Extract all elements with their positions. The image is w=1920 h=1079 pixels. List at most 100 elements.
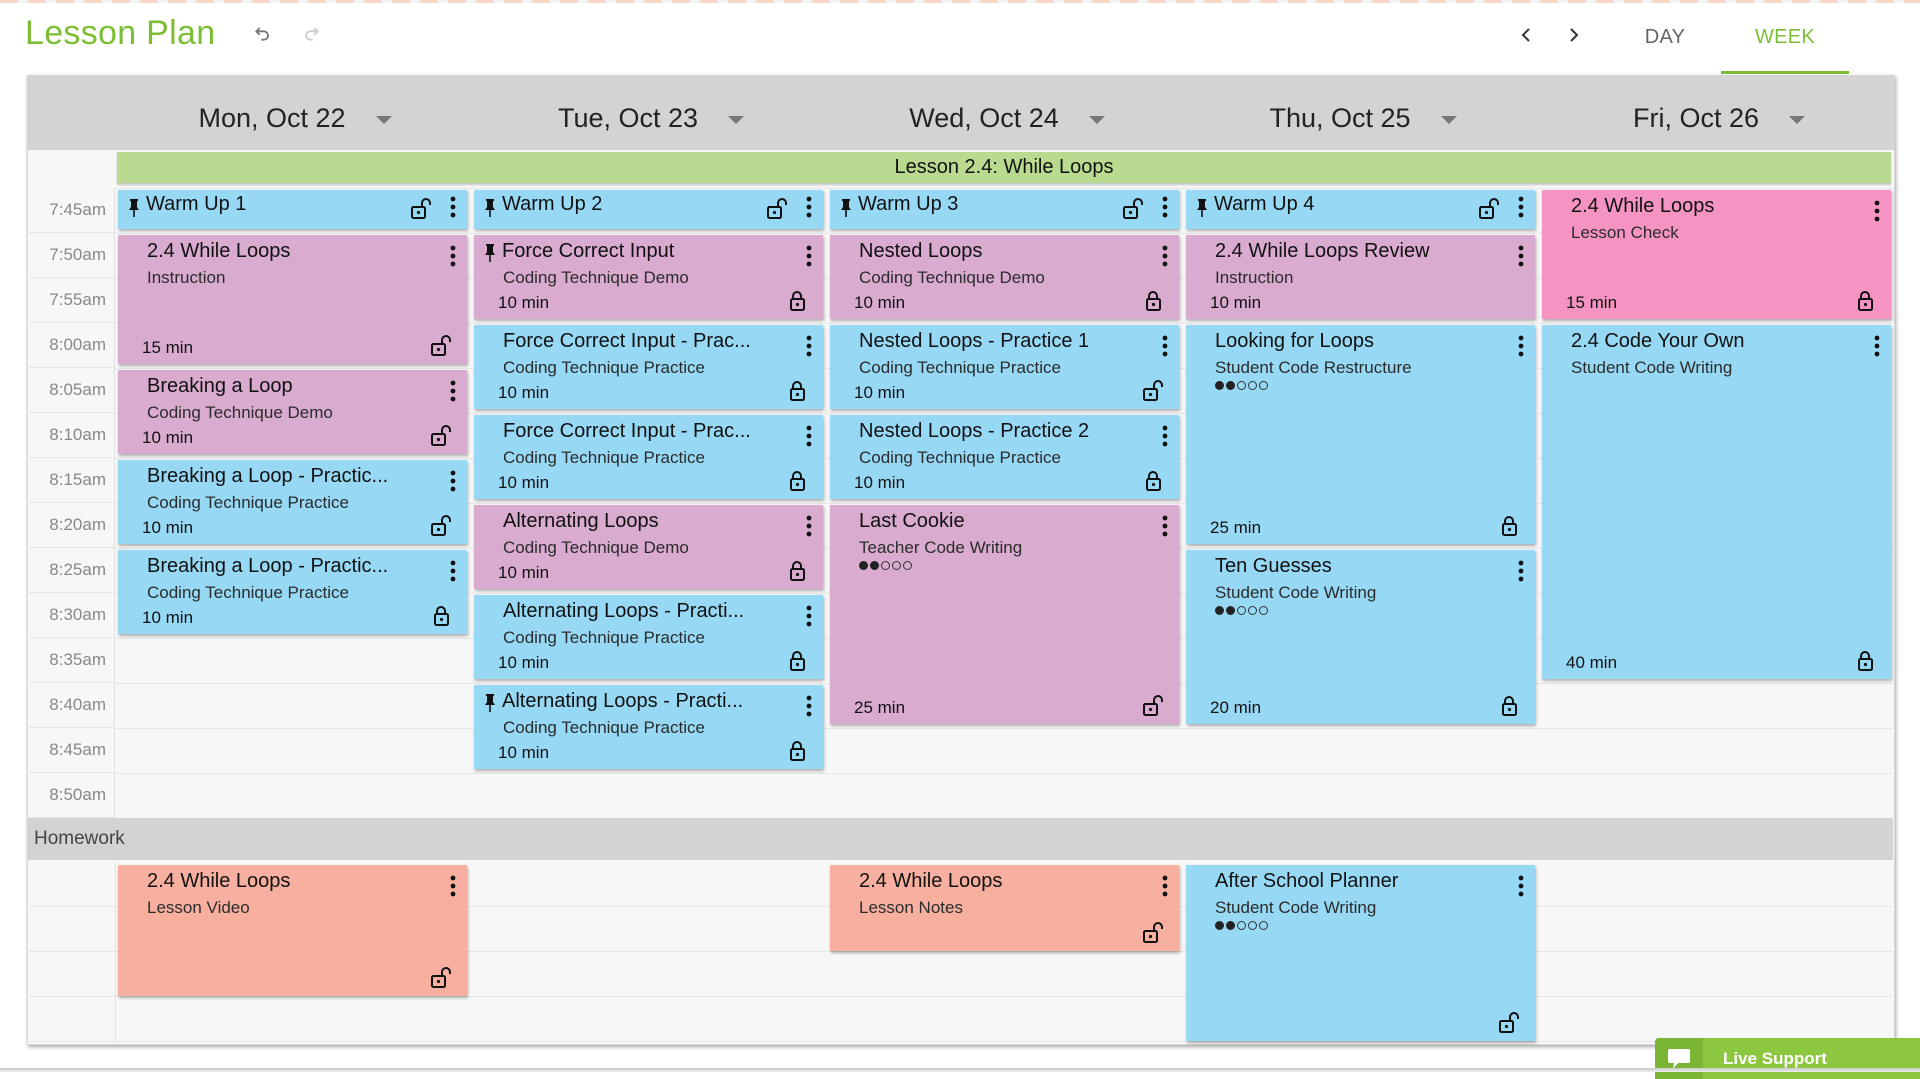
activity-card[interactable]: Alternating Loops - Practi... Coding Tech… <box>474 595 823 679</box>
more-vertical-icon[interactable] <box>449 875 457 897</box>
lesson-banner[interactable]: Lesson 2.4: While Loops <box>117 152 1891 183</box>
activity-card[interactable]: Nested Loops - Practice 2 Coding Techniqu… <box>830 415 1179 499</box>
day-header-3[interactable]: Thu, Oct 25 <box>1185 98 1541 138</box>
tab-week[interactable]: WEEK <box>1721 18 1849 74</box>
more-vertical-icon[interactable] <box>805 425 813 447</box>
more-vertical-icon[interactable] <box>1517 245 1525 267</box>
grid-line <box>115 728 1893 729</box>
homework-card[interactable]: 2.4 While Loops Lesson Video <box>118 865 467 996</box>
activity-card[interactable]: Breaking a Loop - Practic... Coding Techn… <box>118 550 467 634</box>
difficulty-dot <box>870 561 879 570</box>
activity-card[interactable]: Alternating Loops Coding Technique Demo 10… <box>474 505 823 589</box>
time-slot-label: 8:35am <box>27 638 114 683</box>
live-support-button[interactable]: Live Support <box>1655 1038 1920 1079</box>
activity-card[interactable]: Ten Guesses Student Code Writing 20 min <box>1186 550 1535 724</box>
next-week-button[interactable] <box>1561 22 1587 48</box>
unlock-icon[interactable] <box>431 334 451 356</box>
lock-icon[interactable] <box>787 649 807 671</box>
more-vertical-icon[interactable] <box>1161 245 1169 267</box>
more-vertical-icon[interactable] <box>1517 875 1525 897</box>
previous-week-button[interactable] <box>1513 22 1539 48</box>
more-vertical-icon[interactable] <box>449 560 457 582</box>
more-vertical-icon[interactable] <box>1517 196 1525 218</box>
more-vertical-icon[interactable] <box>805 695 813 717</box>
homework-card[interactable]: 2.4 While Loops Lesson Notes <box>830 865 1179 951</box>
difficulty-dot <box>1226 921 1235 930</box>
activity-title: Nested Loops - Practice 1 <box>859 330 1090 352</box>
more-vertical-icon[interactable] <box>449 245 457 267</box>
activity-card[interactable]: 2.4 Code Your Own Student Code Writing 40 … <box>1542 325 1891 679</box>
more-vertical-icon[interactable] <box>1161 335 1169 357</box>
activity-card[interactable]: Looking for Loops Student Code Restructur… <box>1186 325 1535 544</box>
unlock-icon[interactable] <box>431 424 451 446</box>
activity-duration: 15 min <box>142 338 194 357</box>
more-vertical-icon[interactable] <box>805 196 813 218</box>
activity-card[interactable]: Nested Loops - Practice 1 Coding Techniqu… <box>830 325 1179 409</box>
activity-card[interactable]: Alternating Loops - Practi... Coding Tech… <box>474 685 823 769</box>
day-header-2[interactable]: Wed, Oct 24 <box>829 98 1185 138</box>
more-vertical-icon[interactable] <box>1873 200 1881 222</box>
day-header-4[interactable]: Fri, Oct 26 <box>1541 98 1897 138</box>
activity-card[interactable]: 2.4 While Loops Review Instruction 10 min <box>1186 235 1535 319</box>
activity-card[interactable]: Breaking a Loop - Practic... Coding Techn… <box>118 460 467 544</box>
day-header-0[interactable]: Mon, Oct 22 <box>117 98 473 138</box>
more-vertical-icon[interactable] <box>805 515 813 537</box>
activity-card[interactable]: Warm Up 4 <box>1186 190 1535 229</box>
more-vertical-icon[interactable] <box>1161 425 1169 447</box>
lock-icon[interactable] <box>1499 514 1519 536</box>
unlock-icon[interactable] <box>1499 1011 1519 1033</box>
activity-card[interactable]: Breaking a Loop Coding Technique Demo 10 m… <box>118 370 467 454</box>
redo-button[interactable] <box>298 20 324 46</box>
activity-card[interactable]: Force Correct Input Coding Technique Demo… <box>474 235 823 319</box>
more-vertical-icon[interactable] <box>1517 560 1525 582</box>
lock-icon[interactable] <box>1143 289 1163 311</box>
more-vertical-icon[interactable] <box>1873 335 1881 357</box>
more-vertical-icon[interactable] <box>449 470 457 492</box>
unlock-icon[interactable] <box>767 197 787 219</box>
unlock-icon[interactable] <box>1143 379 1163 401</box>
more-vertical-icon[interactable] <box>805 245 813 267</box>
lock-icon[interactable] <box>431 604 451 626</box>
lock-icon[interactable] <box>1855 649 1875 671</box>
unlock-icon[interactable] <box>1143 921 1163 943</box>
activity-card[interactable]: 2.4 While Loops Lesson Check 15 min <box>1542 190 1891 319</box>
unlock-icon[interactable] <box>1479 197 1499 219</box>
activity-card[interactable]: Warm Up 1 <box>118 190 467 229</box>
undo-button[interactable] <box>250 20 276 46</box>
more-vertical-icon[interactable] <box>805 335 813 357</box>
lock-icon[interactable] <box>787 559 807 581</box>
lock-icon[interactable] <box>787 469 807 491</box>
more-vertical-icon[interactable] <box>449 380 457 402</box>
unlock-icon[interactable] <box>431 514 451 536</box>
homework-card[interactable]: After School Planner Student Code Writing <box>1186 865 1535 1041</box>
page-bottom-edge <box>0 1068 1920 1072</box>
unlock-icon[interactable] <box>1143 694 1163 716</box>
lock-icon[interactable] <box>787 289 807 311</box>
more-vertical-icon[interactable] <box>1161 196 1169 218</box>
activity-duration: 15 min <box>1566 293 1618 312</box>
more-vertical-icon[interactable] <box>449 196 457 218</box>
activity-card[interactable]: Warm Up 2 <box>474 190 823 229</box>
lock-icon[interactable] <box>1143 469 1163 491</box>
lock-icon[interactable] <box>787 739 807 761</box>
more-vertical-icon[interactable] <box>1517 335 1525 357</box>
unlock-icon[interactable] <box>411 197 431 219</box>
activity-card[interactable]: Force Correct Input - Prac... Coding Tech… <box>474 415 823 499</box>
unlock-icon[interactable] <box>431 966 451 988</box>
lock-icon[interactable] <box>787 379 807 401</box>
activity-card[interactable]: Warm Up 3 <box>830 190 1179 229</box>
more-vertical-icon[interactable] <box>1161 515 1169 537</box>
lock-icon[interactable] <box>1499 694 1519 716</box>
activity-card[interactable]: Force Correct Input - Prac... Coding Tech… <box>474 325 823 409</box>
lock-icon[interactable] <box>1855 289 1875 311</box>
homework-section-header: Homework <box>27 818 1893 860</box>
unlock-icon[interactable] <box>1123 197 1143 219</box>
tab-day[interactable]: DAY <box>1610 18 1720 74</box>
more-vertical-icon[interactable] <box>805 605 813 627</box>
more-vertical-icon[interactable] <box>1161 875 1169 897</box>
activity-type: Student Code Writing <box>1571 358 1733 377</box>
activity-card[interactable]: 2.4 While Loops Instruction 15 min <box>118 235 467 364</box>
activity-card[interactable]: Last Cookie Teacher Code Writing 25 min <box>830 505 1179 724</box>
day-header-1[interactable]: Tue, Oct 23 <box>473 98 829 138</box>
activity-card[interactable]: Nested Loops Coding Technique Demo 10 min <box>830 235 1179 319</box>
